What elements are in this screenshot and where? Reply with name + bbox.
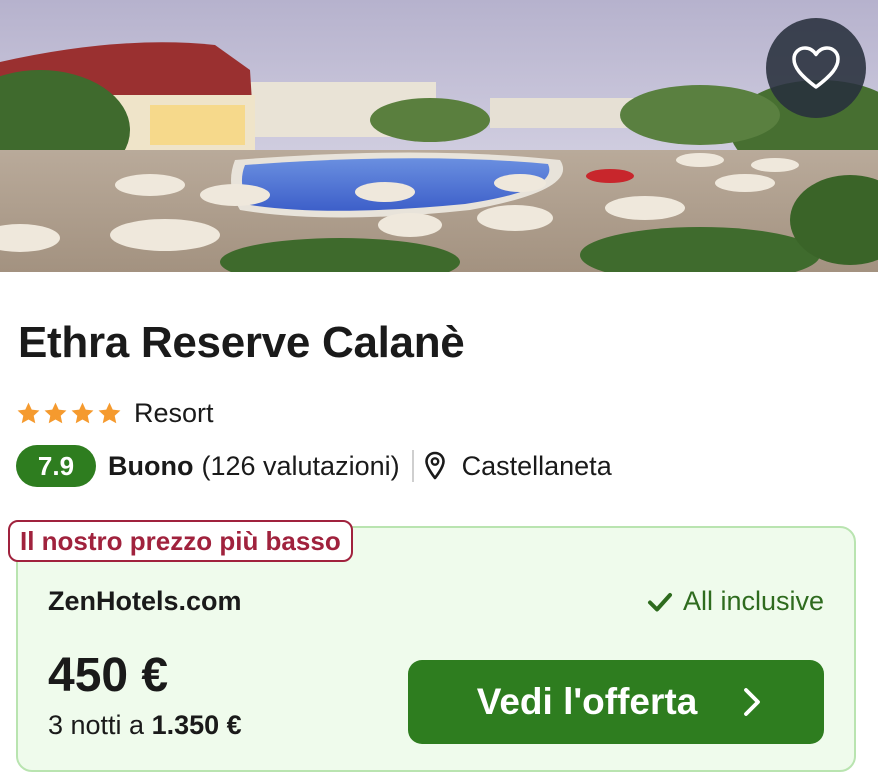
- rating-row: 7.9 Buono (126 valutazioni) Castellaneta: [16, 445, 612, 487]
- nights-prefix: 3 notti a: [48, 710, 145, 740]
- board-label: All inclusive: [682, 586, 824, 616]
- star-rating: [16, 401, 122, 426]
- hotel-photo-image: [0, 0, 878, 272]
- hotel-class-row: Resort: [16, 398, 214, 429]
- view-offer-button[interactable]: Vedi l'offerta: [408, 660, 824, 744]
- star-icon: [71, 402, 94, 424]
- divider: [411, 450, 414, 482]
- nightly-price: 450 €: [48, 649, 169, 702]
- star-icon: [44, 402, 67, 424]
- favorite-button[interactable]: [766, 18, 866, 118]
- total-price-line: 3 notti a 1.350 €: [48, 710, 242, 741]
- lowest-price-tag: Il nostro prezzo più basso: [8, 520, 353, 562]
- board-type: All inclusive: [647, 586, 824, 617]
- star-icon: [17, 402, 40, 424]
- map-pin-icon: [424, 451, 445, 480]
- provider-name: ZenHotels.com: [48, 586, 242, 616]
- view-offer-label: Vedi l'offerta: [476, 681, 698, 722]
- total-price: 1.350 €: [151, 710, 242, 740]
- check-icon: [647, 592, 672, 611]
- location-text[interactable]: Castellaneta: [462, 451, 612, 482]
- score-word: Buono: [108, 450, 194, 481]
- score-badge: 7.9: [16, 445, 96, 487]
- star-icon: [98, 402, 121, 424]
- chevron-right-icon: [744, 688, 761, 716]
- hotel-name[interactable]: Ethra Reserve Calanè: [18, 318, 465, 368]
- review-count[interactable]: (126 valutazioni): [201, 451, 399, 482]
- hotel-category: Resort: [134, 398, 214, 428]
- hotel-photo[interactable]: [0, 0, 878, 272]
- heart-outline-icon: [792, 46, 840, 89]
